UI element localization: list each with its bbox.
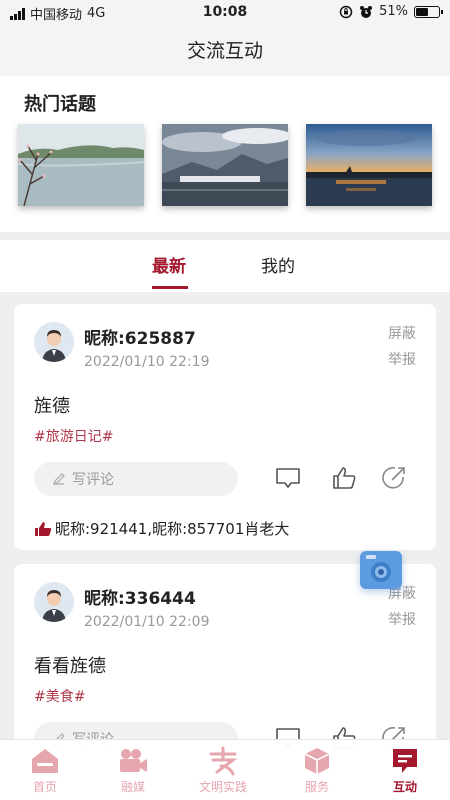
avatar[interactable]: [34, 322, 74, 362]
avatar[interactable]: [34, 582, 74, 622]
nav-home[interactable]: 首页: [0, 746, 90, 795]
hot-topics-section: 热门话题: [0, 76, 450, 232]
hot-topic-lake-photo[interactable]: [18, 124, 144, 206]
bottom-nav: 首页 融媒 文明实践 服务 互动: [0, 739, 450, 800]
tab-mine[interactable]: 我的: [261, 252, 295, 277]
battery-percent: 51%: [379, 4, 408, 19]
tab-latest[interactable]: 最新: [152, 252, 186, 277]
orientation-lock-icon: [339, 5, 353, 18]
nav-label-media: 融媒: [120, 780, 145, 794]
hot-topic-sunset-lake-photo[interactable]: [306, 124, 432, 206]
active-tab-indicator: [152, 286, 188, 289]
interact-chat-icon: [393, 749, 417, 773]
post-time: 2022/01/10 22:19: [84, 354, 210, 370]
service-cube-icon: [304, 748, 330, 774]
alarm-icon: [360, 5, 373, 18]
nav-label-interact: 互动: [392, 780, 417, 794]
nav-label-home: 首页: [32, 780, 57, 794]
camera-icon: [366, 555, 391, 582]
battery-level: [416, 7, 429, 16]
post-content: 旌德: [34, 396, 70, 417]
post-card: 昵称:625887 2022/01/10 22:19 屏蔽 举报 旌德 #旅游日…: [14, 304, 436, 550]
thumbs-up-icon[interactable]: [330, 464, 358, 492]
comment-placeholder: 写评论: [72, 472, 114, 488]
hot-topics-title: 热门话题: [24, 94, 96, 115]
nav-service[interactable]: 服务: [272, 746, 362, 795]
status-bar: 中国移动 4G 10:08 51%: [0, 0, 450, 26]
post-tag[interactable]: #美食#: [34, 686, 85, 706]
civilization-icon: [209, 746, 238, 776]
liked-thumb-icon: [35, 521, 52, 536]
comment-input[interactable]: 写评论: [34, 462, 238, 496]
pencil-icon: [53, 473, 65, 485]
comment-icon[interactable]: [274, 464, 302, 492]
status-right: 51%: [339, 4, 443, 19]
nav-civilization[interactable]: 文明实践: [178, 746, 268, 795]
post-nickname: 昵称:625887: [84, 329, 196, 349]
post-time: 2022/01/10 22:09: [84, 614, 210, 630]
nav-label-service: 服务: [304, 780, 329, 794]
home-icon: [32, 749, 58, 773]
hot-topic-mountain-town-photo[interactable]: [162, 124, 288, 206]
likes-row: 昵称:921441,昵称:857701肖老大: [34, 518, 289, 539]
nav-label-civilization: 文明实践: [198, 780, 247, 794]
likes-text: 昵称:921441,昵称:857701肖老大: [55, 520, 290, 538]
post-nickname: 昵称:336444: [84, 589, 196, 609]
post-tag[interactable]: #旅游日记#: [34, 426, 113, 446]
post-content: 看看旌德: [34, 656, 106, 677]
share-icon[interactable]: [380, 464, 408, 492]
report-button[interactable]: 举报: [388, 609, 416, 629]
page-title: 交流互动: [0, 26, 450, 76]
nav-media[interactable]: 融媒: [88, 746, 178, 795]
block-button[interactable]: 屏蔽: [388, 323, 416, 343]
media-camera-icon: [120, 749, 147, 772]
report-button[interactable]: 举报: [388, 349, 416, 369]
nav-interact[interactable]: 互动: [360, 746, 450, 795]
battery-icon: [414, 5, 443, 18]
feed-tabs: 最新 我的: [0, 240, 450, 292]
floating-camera-button[interactable]: [360, 551, 402, 589]
